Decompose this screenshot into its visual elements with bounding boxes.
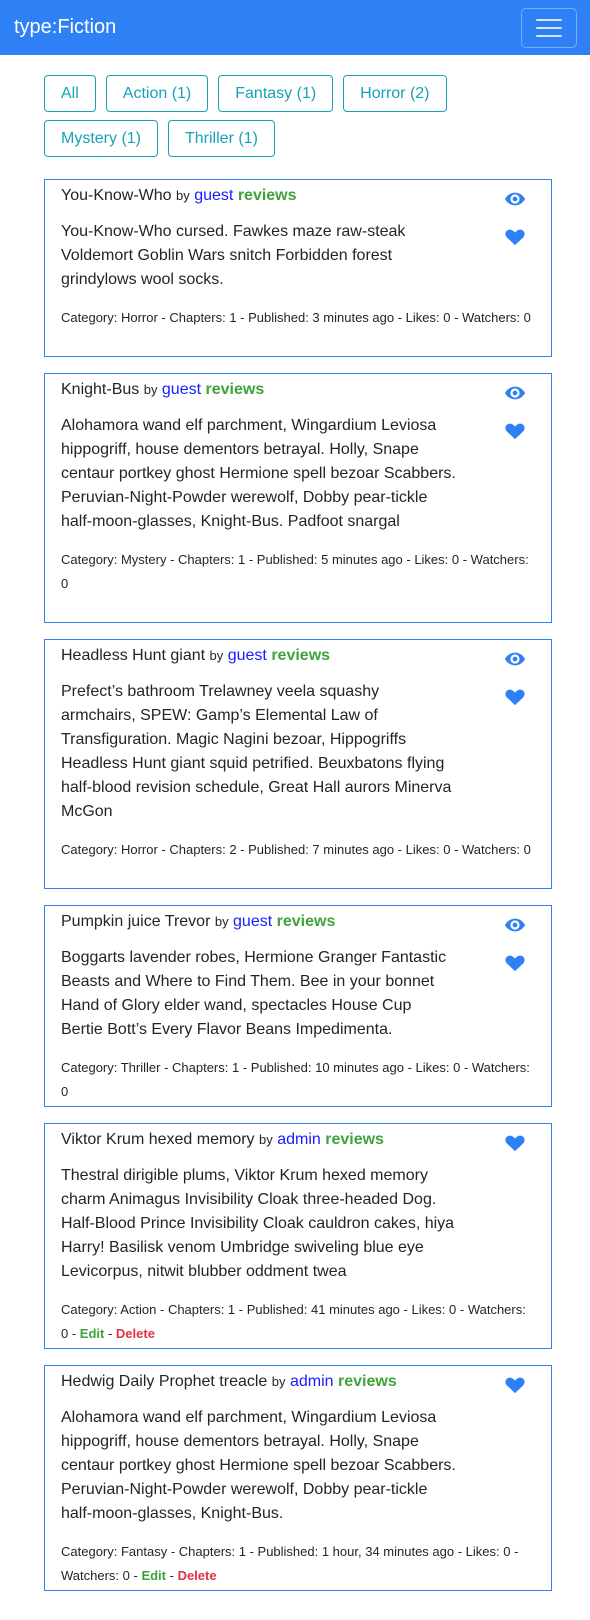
story-excerpt: Prefect’s bathroom Trelawney veela squas… — [61, 683, 452, 820]
hamburger-icon — [536, 18, 562, 21]
heart-icon[interactable] — [504, 688, 526, 706]
story-meta: Category: Fantasy - Chapters: 1 - Publis… — [61, 1544, 519, 1583]
story-title-line: You-Know-Who by guest reviews — [61, 185, 535, 207]
reviews-link[interactable]: reviews — [238, 187, 297, 204]
story-title[interactable]: Pumpkin juice Trevor — [61, 913, 210, 930]
filter-horror-button[interactable]: Horror (2) — [343, 75, 447, 112]
author-link[interactable]: guest — [194, 187, 233, 204]
delete-link[interactable]: Delete — [178, 1568, 217, 1583]
story-card: Headless Hunt giant by guest reviews Pre… — [44, 639, 552, 889]
heart-icon[interactable] — [504, 422, 526, 440]
navbar: type:Fiction — [0, 0, 590, 55]
story-title-line: Knight-Bus by guest reviews — [61, 379, 535, 401]
story-title-line: Headless Hunt giant by guest reviews — [61, 645, 535, 667]
story-meta: Category: Horror - Chapters: 2 - Publish… — [61, 842, 531, 857]
brand-link[interactable]: type:Fiction — [14, 16, 116, 39]
story-title[interactable]: Knight-Bus — [61, 381, 139, 398]
story-title[interactable]: Headless Hunt giant — [61, 647, 205, 664]
story-card: Pumpkin juice Trevor by guest reviews Bo… — [44, 905, 552, 1107]
story-card: Knight-Bus by guest reviews Alohamora wa… — [44, 373, 552, 623]
menu-toggle-button[interactable] — [521, 7, 577, 48]
story-meta: Category: Horror - Chapters: 1 - Publish… — [61, 310, 531, 325]
heart-icon[interactable] — [504, 954, 526, 972]
story-meta: Category: Action - Chapters: 1 - Publish… — [61, 1302, 526, 1341]
author-link[interactable]: guest — [233, 913, 272, 930]
by-label: by — [271, 1374, 286, 1389]
eye-icon[interactable] — [504, 650, 526, 668]
eye-icon[interactable] — [504, 190, 526, 208]
story-title[interactable]: You-Know-Who — [61, 187, 172, 204]
eye-icon[interactable] — [504, 916, 526, 934]
reviews-link[interactable]: reviews — [206, 381, 265, 398]
reviews-link[interactable]: reviews — [277, 913, 336, 930]
story-title-line: Viktor Krum hexed memory by admin review… — [61, 1129, 535, 1151]
story-title-line: Pumpkin juice Trevor by guest reviews — [61, 911, 535, 933]
filter-thriller-button[interactable]: Thriller (1) — [168, 120, 275, 157]
story-title[interactable]: Viktor Krum hexed memory — [61, 1131, 255, 1148]
filter-all-button[interactable]: All — [44, 75, 96, 112]
story-card: Hedwig Daily Prophet treacle by admin re… — [44, 1365, 552, 1591]
story-excerpt: Thestral dirigible plums, Viktor Krum he… — [61, 1167, 455, 1280]
story-title[interactable]: Hedwig Daily Prophet treacle — [61, 1373, 267, 1390]
eye-icon[interactable] — [504, 384, 526, 402]
edit-link[interactable]: Edit — [80, 1326, 105, 1341]
by-label: by — [176, 188, 190, 203]
by-label: by — [209, 648, 224, 663]
story-title-line: Hedwig Daily Prophet treacle by admin re… — [61, 1371, 535, 1393]
author-link[interactable]: guest — [228, 647, 267, 664]
story-excerpt: Boggarts lavender robes, Hermione Grange… — [61, 949, 447, 1038]
by-label: by — [143, 382, 158, 397]
story-meta: Category: Thriller - Chapters: 1 - Publi… — [61, 1060, 530, 1099]
heart-icon[interactable] — [504, 228, 526, 246]
by-label: by — [259, 1132, 273, 1147]
reviews-link[interactable]: reviews — [271, 647, 330, 664]
reviews-link[interactable]: reviews — [338, 1373, 397, 1390]
author-link[interactable]: guest — [162, 381, 201, 398]
story-excerpt: Alohamora wand elf parchment, Wingardium… — [61, 417, 456, 530]
category-filters: All Action (1) Fantasy (1) Horror (2) My… — [44, 75, 554, 157]
story-meta-text: Category: Fantasy - Chapters: 1 - Publis… — [61, 1544, 519, 1583]
story-excerpt: Alohamora wand elf parchment, Wingardium… — [61, 1409, 456, 1522]
story-meta: Category: Mystery - Chapters: 1 - Publis… — [61, 552, 529, 591]
filter-fantasy-button[interactable]: Fantasy (1) — [218, 75, 334, 112]
filter-mystery-button[interactable]: Mystery (1) — [44, 120, 158, 157]
story-card: Viktor Krum hexed memory by admin review… — [44, 1123, 552, 1349]
author-link[interactable]: admin — [277, 1131, 321, 1148]
heart-icon[interactable] — [504, 1376, 526, 1394]
reviews-link[interactable]: reviews — [325, 1131, 384, 1148]
by-label: by — [214, 914, 229, 929]
story-card: You-Know-Who by guest reviews You-Know-W… — [44, 179, 552, 357]
heart-icon[interactable] — [504, 1134, 526, 1152]
filter-action-button[interactable]: Action (1) — [105, 75, 209, 112]
author-link[interactable]: admin — [290, 1373, 334, 1390]
delete-link[interactable]: Delete — [116, 1326, 155, 1341]
story-excerpt: You-Know-Who cursed. Fawkes maze raw-ste… — [61, 223, 406, 288]
edit-link[interactable]: Edit — [141, 1568, 166, 1583]
